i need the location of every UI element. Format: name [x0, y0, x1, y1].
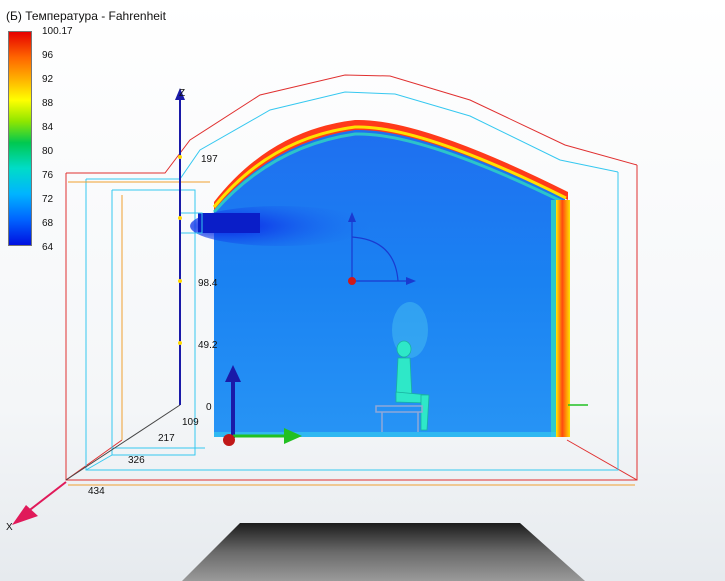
scene-svg[interactable]: Z 197 98.4 49.2 0 109 217 326 434 X: [0, 0, 725, 581]
z-tick-label: 49.2: [198, 340, 218, 351]
vent-inlet-icon: [198, 213, 260, 233]
z-axis-label: Z: [179, 88, 185, 99]
z-tick-label: 0: [206, 402, 212, 413]
x-tick-label: 434: [88, 486, 105, 497]
pedestal-icon: [182, 523, 585, 581]
hot-wall: [556, 200, 570, 437]
x-axis-arrow: [12, 481, 67, 525]
wall-cool-edge: [551, 200, 556, 437]
x-tick-label: 109: [182, 417, 199, 428]
z-tick-label: 98.4: [198, 278, 218, 289]
x-tick-label: 326: [128, 455, 145, 466]
viewport-3d[interactable]: (Б) Температура - Fahrenheit 100.17 96 9…: [0, 0, 725, 581]
temperature-field: [214, 127, 565, 438]
z-tick-label: 197: [201, 154, 218, 165]
z-axis: [65, 88, 185, 481]
x-axis-label: X: [6, 522, 13, 533]
x-tick-label: 217: [158, 433, 175, 444]
